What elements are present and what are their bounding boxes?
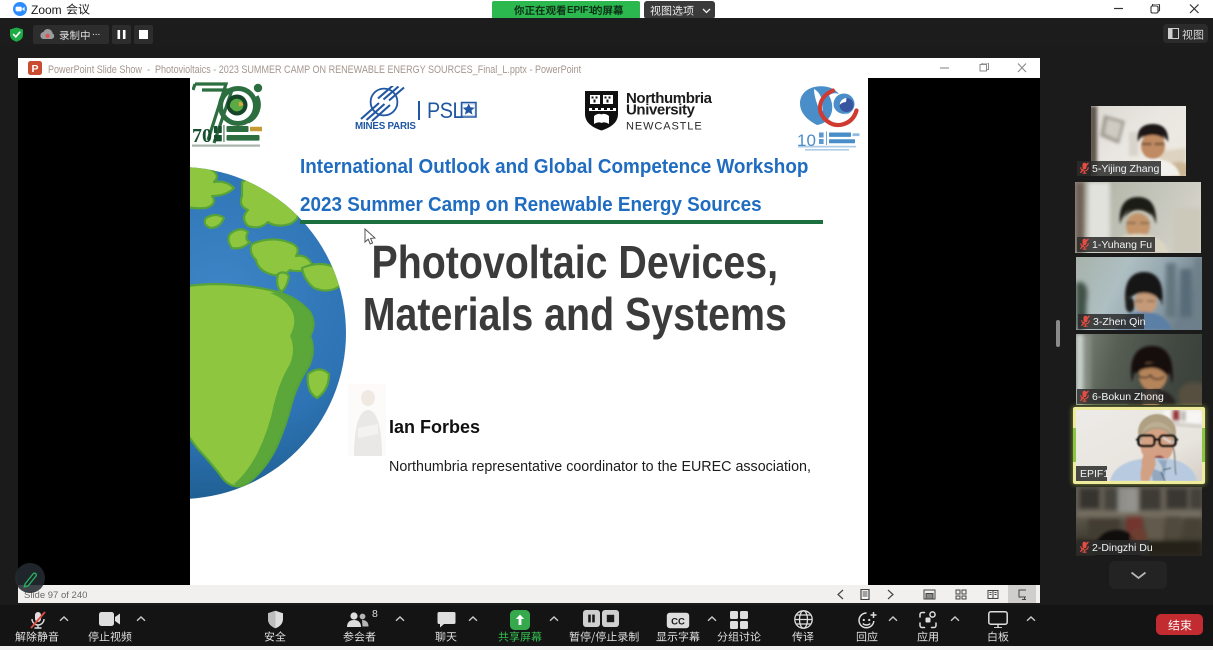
- svg-text:P: P: [31, 63, 38, 75]
- svg-text:70: 70: [192, 125, 212, 147]
- svg-text:PSL: PSL: [427, 99, 464, 123]
- svg-text:CC: CC: [671, 617, 685, 628]
- svg-text:University: University: [626, 102, 696, 119]
- svg-text:NEWCASTLE: NEWCASTLE: [626, 121, 703, 133]
- svg-text:MINES PARIS: MINES PARIS: [355, 121, 416, 132]
